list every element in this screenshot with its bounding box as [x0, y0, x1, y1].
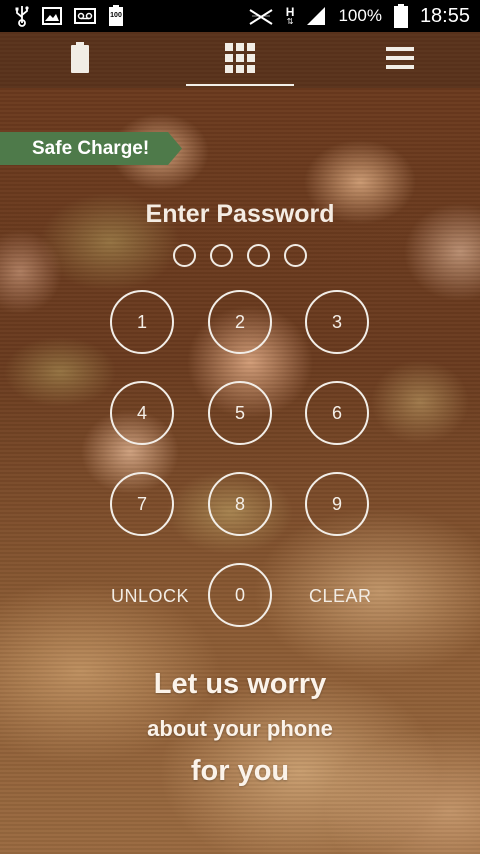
clear-button[interactable]: CLEAR: [309, 586, 372, 607]
key-5[interactable]: 5: [208, 381, 272, 445]
key-8[interactable]: 8: [208, 472, 272, 536]
slogan-line-2: about your phone: [147, 716, 333, 741]
slogan-line-1: Let us worry: [153, 668, 327, 700]
key-0[interactable]: 0: [208, 563, 272, 627]
slogan-line-3: for you: [190, 755, 290, 787]
key-4[interactable]: 4: [110, 381, 174, 445]
key-7[interactable]: 7: [110, 472, 174, 536]
key-6[interactable]: 6: [305, 381, 369, 445]
key-2[interactable]: 2: [208, 290, 272, 354]
key-9[interactable]: 9: [305, 472, 369, 536]
key-3[interactable]: 3: [305, 290, 369, 354]
key-1[interactable]: 1: [110, 290, 174, 354]
unlock-button[interactable]: UNLOCK: [111, 586, 189, 607]
